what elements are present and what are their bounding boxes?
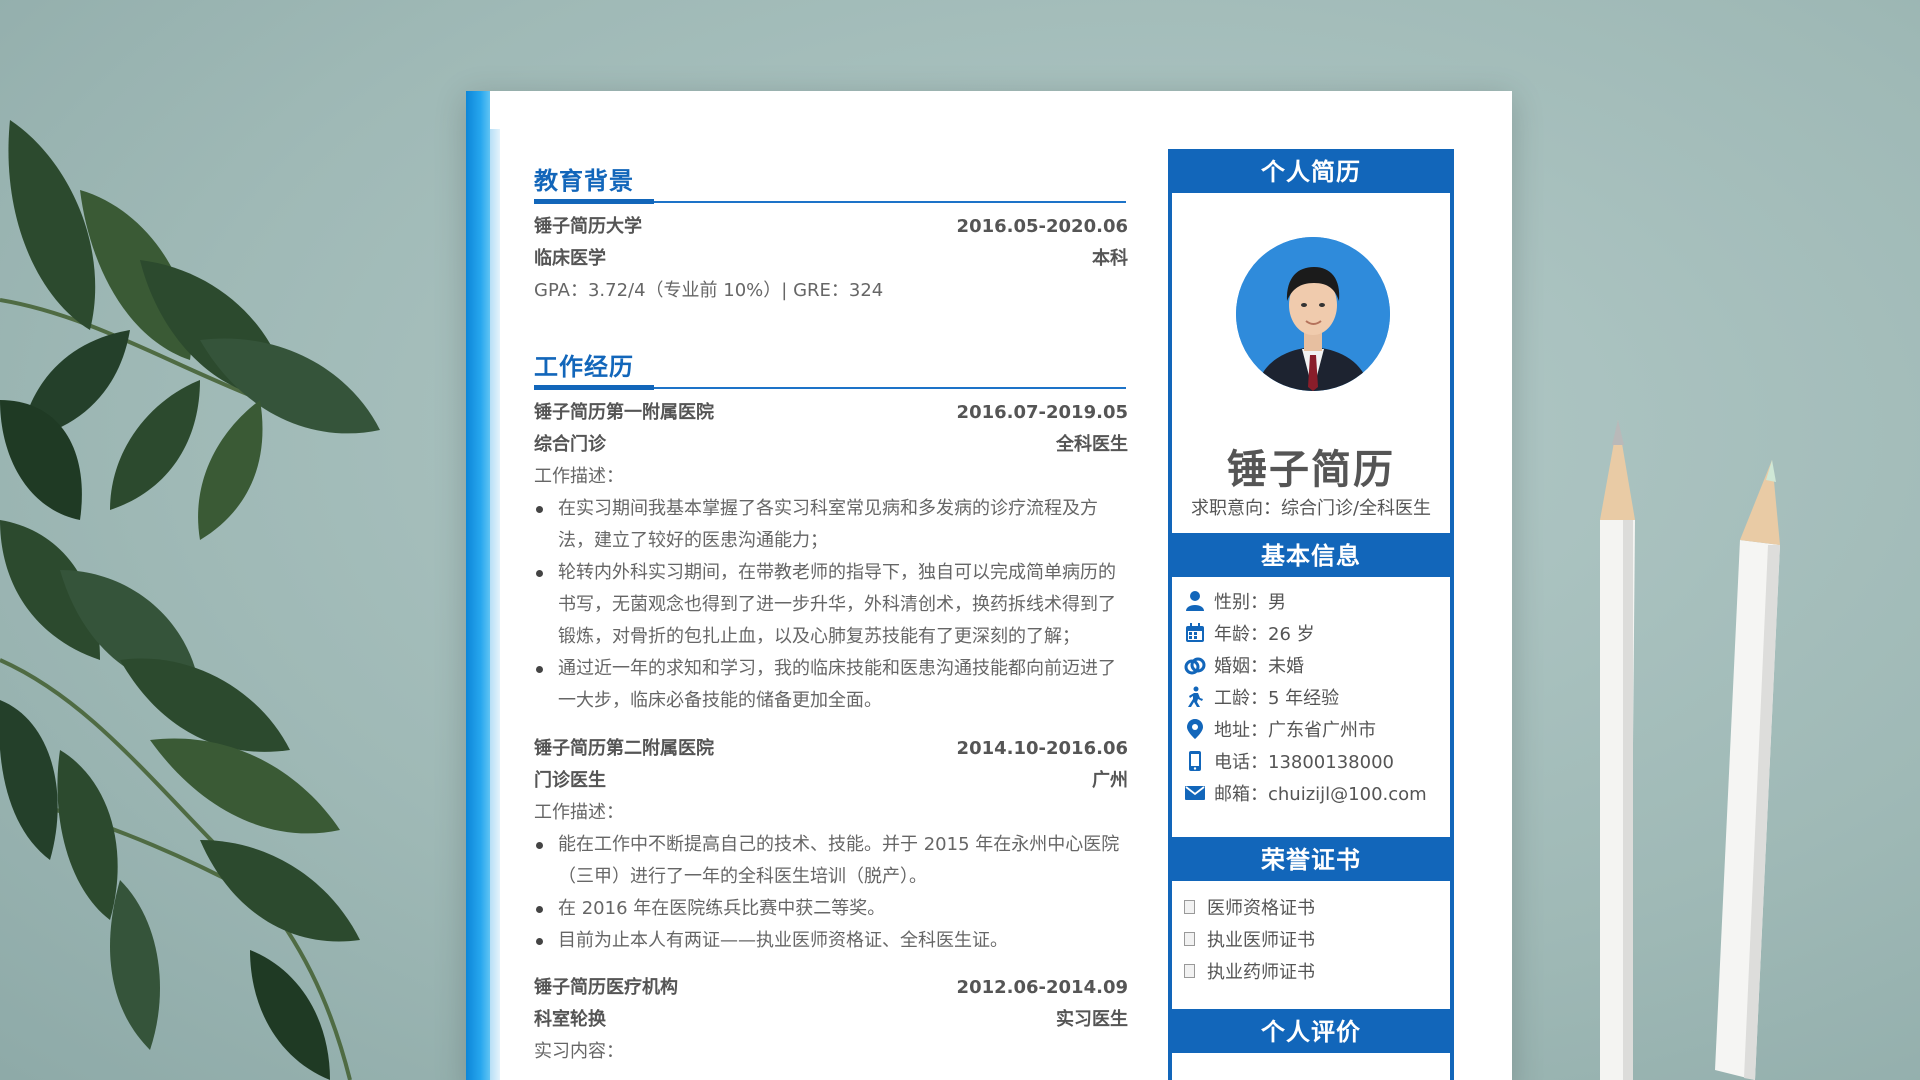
- job-bullet: 目前为止本人有两证——执业医师资格证、全科医生证。: [534, 925, 1128, 957]
- bullet-line: 目前为止本人有两证——执业医师资格证、全科医生证。: [558, 930, 1008, 951]
- job-2-header: 锤子简历第二附属医院 2014.10-2016.06: [534, 733, 1128, 765]
- phone-icon: [1184, 750, 1206, 772]
- education-title: 教育背景: [534, 167, 634, 195]
- degree: 本科: [1092, 248, 1128, 269]
- info-gender-text: 性别：男: [1214, 592, 1286, 613]
- cert-text: 医师资格证书: [1207, 898, 1315, 919]
- job-desc-label: 实习内容：: [534, 1041, 624, 1062]
- info-age-text: 年龄：26 岁: [1214, 624, 1315, 645]
- bullet-line: 通过近一年的求知和学习，我的临床技能和医患沟通技能都向前迈进了: [558, 658, 1116, 679]
- profile-header: 个人简历: [1168, 149, 1454, 193]
- info-email-text: 邮箱：chuizijl@100.com: [1214, 784, 1427, 805]
- job-3-header: 锤子简历医疗机构 2012.06-2014.09: [534, 972, 1128, 1004]
- job-org: 锤子简历第二附属医院: [534, 738, 714, 759]
- bullet-line: 锻炼，对骨折的包扎止血，以及心肺复苏技能有了更深刻的了解；: [558, 626, 1080, 647]
- basic-info-header: 基本信息: [1168, 533, 1454, 577]
- scores: GPA：3.72/4（专业前 10%）| GRE：324: [534, 280, 884, 301]
- plant-decoration: [0, 120, 380, 1080]
- work-title: 工作经历: [534, 353, 634, 381]
- bullet-line: 在 2016 年在医院练兵比赛中获二等奖。: [558, 898, 886, 919]
- info-address: 地址：广东省广州市: [1184, 715, 1376, 747]
- job-period: 2014.10-2016.06: [956, 738, 1128, 759]
- honors-header: 荣誉证书: [1168, 837, 1454, 881]
- job-bullet: 在 2016 年在医院练兵比赛中获二等奖。: [534, 893, 1128, 925]
- mail-icon: [1184, 782, 1206, 804]
- job-1-sub: 综合门诊 全科医生: [534, 429, 1128, 461]
- bullet-line: 法，建立了较好的医患沟通能力；: [558, 530, 828, 551]
- job-dept: 科室轮换: [534, 1009, 606, 1030]
- job-bullet: 能在工作中不断提高自己的技术、技能。并于 2015 年在永州中心医院 （三甲）进…: [534, 829, 1128, 893]
- resume-paper: 教育背景 锤子简历大学 2016.05-2020.06 临床医学 本科 GPA：…: [466, 91, 1512, 1080]
- major: 临床医学: [534, 248, 606, 269]
- resume-sidebar: 个人简历 锤子简历 求职意向：综合门诊/全科医生 基本信息 性别：男 年龄：26…: [1168, 149, 1454, 1080]
- rings-icon: [1184, 654, 1206, 676]
- bullet-line: 书写，无菌观念也得到了进一步升华，外科清创术，换药拆线术得到了: [558, 594, 1116, 615]
- info-marital: 婚姻：未婚: [1184, 651, 1304, 683]
- job-3-sub: 科室轮换 实习医生: [534, 1004, 1128, 1036]
- job-bullet: 在实习期间我基本掌握了各实习科室常见病和多发病的诊疗流程及方 法，建立了较好的医…: [534, 493, 1128, 557]
- job-dept: 门诊医生: [534, 770, 606, 791]
- info-age: 年龄：26 岁: [1184, 619, 1315, 651]
- bullet-line: 轮转内外科实习期间，在带教老师的指导下，独自可以完成简单病历的: [558, 562, 1116, 583]
- job-period: 2012.06-2014.09: [956, 977, 1128, 998]
- pencil-left: [1600, 420, 1635, 1080]
- document-icon: [1184, 900, 1195, 914]
- job-desc-label: 工作描述：: [534, 466, 624, 487]
- person-icon: [1184, 590, 1206, 612]
- job-desc-label: 工作描述：: [534, 802, 624, 823]
- job-org: 锤子简历第一附属医院: [534, 402, 714, 423]
- job-1-header: 锤子简历第一附属医院 2016.07-2019.05: [534, 397, 1128, 429]
- evaluation-header: 个人评价: [1168, 1009, 1454, 1053]
- accent-strip: [466, 91, 490, 1080]
- job-org: 锤子简历医疗机构: [534, 977, 678, 998]
- bullet-line: （三甲）进行了一年的全科医生培训（脱产）。: [558, 866, 927, 887]
- cert-item: 执业药师证书: [1184, 957, 1315, 989]
- pencil-right: [1715, 460, 1780, 1080]
- info-phone-text: 电话：13800138000: [1214, 752, 1394, 773]
- info-marital-text: 婚姻：未婚: [1214, 656, 1304, 677]
- info-email: 邮箱：chuizijl@100.com: [1184, 779, 1427, 811]
- candidate-name: 锤子简历: [1227, 447, 1395, 493]
- bullet-line: 一大步，临床必备技能的储备更加全面。: [558, 690, 882, 711]
- education-period: 2016.05-2020.06: [956, 216, 1128, 237]
- job-bullet: 通过近一年的求知和学习，我的临床技能和医患沟通技能都向前迈进了 一大步，临床必备…: [534, 653, 1128, 717]
- accent-strip-light: [490, 129, 500, 1080]
- info-experience: 工龄：5 年经验: [1184, 683, 1339, 715]
- info-gender: 性别：男: [1184, 587, 1286, 619]
- cert-item: 医师资格证书: [1184, 893, 1315, 925]
- job-role: 实习医生: [1056, 1009, 1128, 1030]
- job-role: 广州: [1092, 770, 1128, 791]
- education-row-1: 锤子简历大学 2016.05-2020.06: [534, 211, 1128, 243]
- info-experience-text: 工龄：5 年经验: [1214, 688, 1340, 709]
- avatar: [1236, 237, 1390, 391]
- school-name: 锤子简历大学: [534, 216, 642, 237]
- location-pin-icon: [1184, 718, 1206, 740]
- document-icon: [1184, 932, 1195, 946]
- calendar-icon: [1184, 622, 1206, 644]
- cert-item: 执业医师证书: [1184, 925, 1315, 957]
- cert-text: 执业药师证书: [1207, 962, 1315, 983]
- document-icon: [1184, 964, 1195, 978]
- job-bullet: 轮转内外科实习期间，在带教老师的指导下，独自可以完成简单病历的 书写，无菌观念也…: [534, 557, 1128, 653]
- job-role: 全科医生: [1056, 434, 1128, 455]
- bullet-line: 在实习期间我基本掌握了各实习科室常见病和多发病的诊疗流程及方: [558, 498, 1098, 519]
- work-divider: [534, 385, 1126, 390]
- job-period: 2016.07-2019.05: [956, 402, 1128, 423]
- education-row-2: 临床医学 本科: [534, 243, 1128, 275]
- cert-text: 执业医师证书: [1207, 930, 1315, 951]
- job-dept: 综合门诊: [534, 434, 606, 455]
- bullet-line: 能在工作中不断提高自己的技术、技能。并于 2015 年在永州中心医院: [558, 834, 1120, 855]
- info-phone: 电话：13800138000: [1184, 747, 1394, 779]
- job-2-sub: 门诊医生 广州: [534, 765, 1128, 797]
- walking-icon: [1184, 686, 1206, 708]
- job-intent: 求职意向：综合门诊/全科医生: [1190, 498, 1432, 519]
- avatar-portrait: [1236, 237, 1390, 391]
- info-address-text: 地址：广东省广州市: [1214, 720, 1376, 741]
- education-divider: [534, 199, 1126, 204]
